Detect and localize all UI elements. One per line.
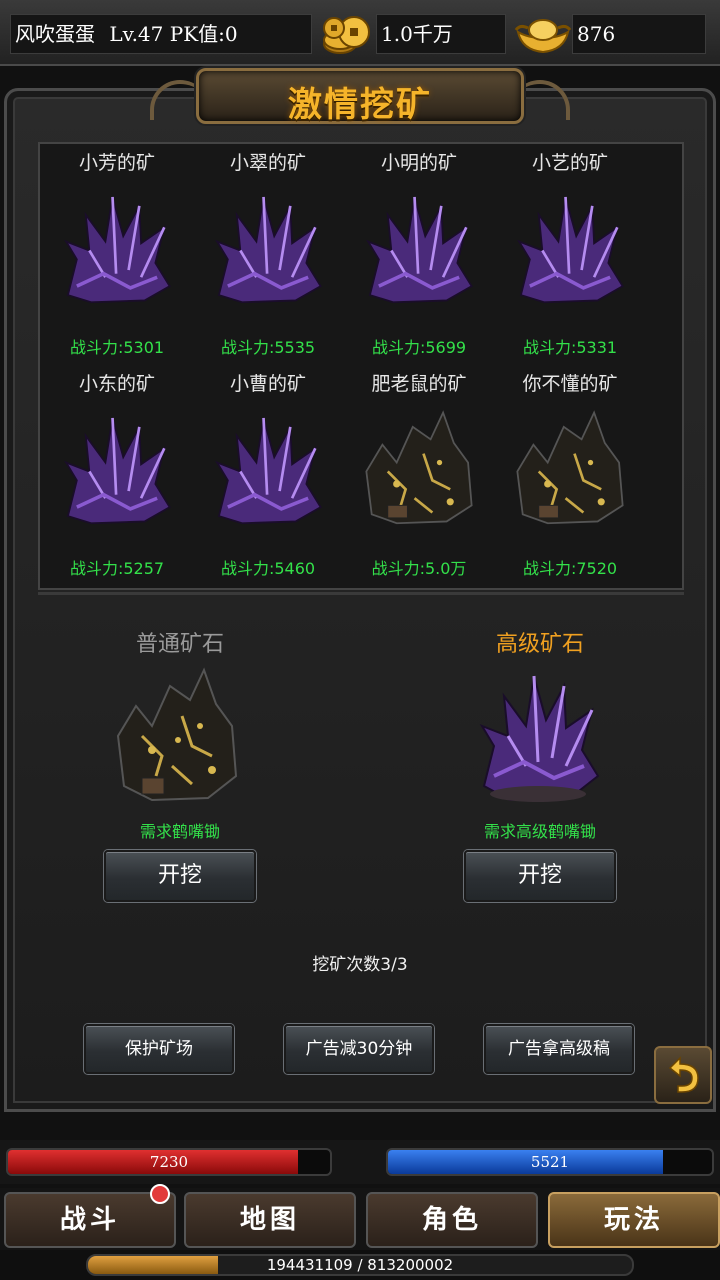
mine-power: 战斗力:5257 — [69, 559, 165, 578]
exp-bar: 194431109 / 813200002 — [86, 1254, 634, 1276]
ad-get-advanced-pick-button[interactable]: 广告拿高级稿 — [484, 1024, 634, 1074]
tab-gameplay[interactable]: 玩法 — [548, 1192, 720, 1248]
exp-area: 194431109 / 813200002 — [0, 1250, 720, 1280]
mine-power: 战斗力:5301 — [69, 338, 165, 357]
tab-battle[interactable]: 战斗 — [4, 1192, 176, 1248]
mp-value: 5521 — [530, 1153, 570, 1171]
dig-normal-button[interactable]: 开挖 — [104, 850, 256, 902]
gold-ore-image — [365, 410, 473, 525]
dig-count: 挖矿次数3/3 — [312, 955, 408, 975]
section-divider — [38, 592, 684, 595]
gold-amount: 1.0千万 — [376, 14, 506, 54]
hp-value: 7230 — [149, 1153, 189, 1171]
mine-owner-name: 你不懂的矿 — [522, 373, 618, 395]
purple-crystal-image — [64, 196, 171, 304]
player-name: 风吹蛋蛋 — [15, 22, 95, 46]
mine-power: 战斗力:7520 — [522, 559, 618, 578]
tab-character[interactable]: 角色 — [366, 1192, 538, 1248]
hp-bar: 7230 — [6, 1148, 332, 1176]
mine-owner-name: 小东的矿 — [78, 373, 155, 395]
mine-owner-name: 小翠的矿 — [229, 152, 306, 174]
mine-owner-name: 肥老鼠的矿 — [371, 373, 467, 395]
mine-owner-name: 小艺的矿 — [531, 152, 608, 174]
mine-grid: 小芳的矿 战斗力:5301 小翠的矿 战斗力:5535 小明的矿 战斗力:5699 小艺的矿… — [38, 142, 684, 590]
mine-slot[interactable]: 小艺的矿战斗力:5331 — [495, 144, 645, 364]
page-title: 激情挖矿 — [288, 85, 432, 125]
mine-power: 战斗力:5331 — [522, 338, 618, 357]
gold-ingot-icon — [514, 19, 572, 54]
mine-slot[interactable]: 小芳的矿战斗力:5301 — [42, 144, 192, 364]
purple-crystal-image — [215, 196, 322, 304]
normal-ore-image — [116, 667, 238, 802]
tab-map[interactable]: 地图 — [184, 1192, 356, 1248]
normal-ore-label: 普通矿石 — [135, 632, 224, 657]
gold-ore-image — [516, 410, 624, 525]
mine-owner-name: 小曹的矿 — [229, 373, 306, 395]
purple-crystal-image — [517, 196, 624, 304]
notification-badge — [150, 1184, 170, 1204]
mine-power: 战斗力:5460 — [220, 559, 316, 578]
mine-power: 战斗力:5.0万 — [371, 559, 467, 578]
normal-ore-requirement: 需求鹤嘴锄 — [139, 822, 220, 841]
mine-owner-name: 小芳的矿 — [78, 152, 155, 174]
purple-crystal-image — [64, 417, 171, 525]
top-status-bar: 风吹蛋蛋 Lv.47 PK值:0 1.0千万 876 — [0, 0, 720, 66]
protect-mine-button[interactable]: 保护矿场 — [84, 1024, 234, 1074]
mining-screen: 风吹蛋蛋 Lv.47 PK值:0 1.0千万 876 激情挖矿 小芳的矿战斗力:… — [0, 0, 720, 1280]
mine-slot[interactable]: 小翠的矿战斗力:5535 — [193, 144, 343, 364]
advanced-ore-image — [479, 675, 600, 802]
back-button[interactable] — [654, 1046, 712, 1104]
mine-slot[interactable]: 肥老鼠的矿战斗力:5.0万 — [344, 365, 494, 585]
title-plate: 激情挖矿 — [196, 68, 524, 125]
mine-slot[interactable]: 小曹的矿战斗力:5460 — [193, 365, 343, 585]
dig-advanced-button[interactable]: 开挖 — [464, 850, 616, 902]
vitals-bar-area: 7230 5521 — [0, 1140, 720, 1184]
advanced-ore-label: 高级矿石 — [495, 632, 584, 657]
purple-crystal-image — [215, 417, 322, 525]
bottom-tab-bar: 战斗 地图 角色 玩法 — [0, 1184, 720, 1250]
player-info: 风吹蛋蛋 Lv.47 PK值:0 — [10, 14, 312, 54]
mine-owner-name: 小明的矿 — [380, 152, 457, 174]
exp-text: 194431109 / 813200002 — [266, 1256, 454, 1274]
purple-crystal-image — [366, 196, 473, 304]
mine-slot[interactable]: 小明的矿战斗力:5699 — [344, 144, 494, 364]
mp-bar: 5521 — [386, 1148, 714, 1176]
coin-stack-icon — [323, 16, 370, 54]
player-pk: PK值:0 — [169, 22, 238, 46]
advanced-ore-requirement: 需求高级鹤嘴锄 — [483, 822, 596, 841]
player-level: Lv.47 — [109, 22, 164, 46]
ingot-amount: 876 — [572, 14, 706, 54]
mine-power: 战斗力:5699 — [371, 338, 467, 357]
return-arrow-icon — [668, 1056, 699, 1093]
mine-slot[interactable]: 小东的矿战斗力:5257 — [42, 365, 192, 585]
mine-slot[interactable]: 你不懂的矿战斗力:7520 — [495, 365, 645, 585]
mine-power: 战斗力:5535 — [220, 338, 316, 357]
ad-reduce-time-button[interactable]: 广告减30分钟 — [284, 1024, 434, 1074]
